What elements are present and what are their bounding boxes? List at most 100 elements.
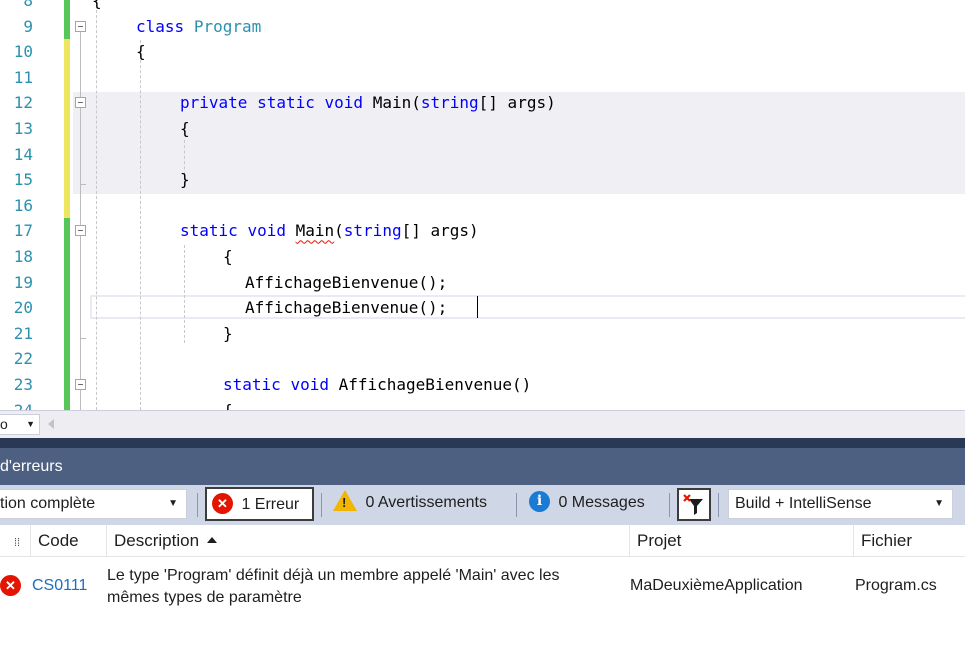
code-text: { (223, 398, 233, 410)
code-line-11: 11 (0, 64, 965, 91)
code-text: AffichageBienvenue(); (245, 298, 448, 318)
scope-combo-value: tion complète (0, 495, 96, 512)
code-editor[interactable]: 8 { 9 class Program 10 { 11 12 private s… (0, 0, 965, 410)
code-text: [] args) (478, 93, 556, 113)
change-marker (64, 39, 70, 65)
column-header-label: Description (114, 531, 200, 550)
column-header-description[interactable]: Description (106, 525, 629, 557)
code-line-15: 15 } (0, 167, 965, 193)
column-header-icon[interactable]: ⁞⁞ (0, 525, 30, 557)
panel-splitter[interactable] (0, 438, 965, 448)
scroll-left-icon[interactable] (48, 419, 54, 429)
error-description: Le type 'Program' définit déjà un membre… (107, 565, 627, 609)
code-line-14: 14 (0, 141, 965, 168)
table-row[interactable]: ✕ CS0111 Le type 'Program' définit déjà … (0, 557, 965, 617)
code-text: [] args) (401, 221, 479, 241)
error-squiggle[interactable]: Main (296, 221, 335, 240)
description-line: mêmes types de paramètre (107, 589, 302, 606)
change-marker (64, 269, 70, 296)
code-line-8: 8 { (0, 0, 965, 14)
scope-combo[interactable]: tion complète ▼ (0, 489, 187, 519)
change-marker (64, 295, 70, 321)
line-number: 13 (13, 119, 33, 138)
code-line-13: 13 { (0, 116, 965, 142)
code-line-16: 16 (0, 192, 965, 219)
method-name: AffichageBienvenue() (338, 375, 532, 394)
collapse-icon[interactable] (75, 379, 86, 390)
change-marker (64, 13, 70, 40)
editor-status-bar: o ▼ (0, 410, 965, 438)
error-list-toolbar: tion complète ▼ ✕ 1 Erreur ! 0 Avertisse… (0, 485, 965, 525)
keyword: string (343, 221, 402, 241)
error-project: MaDeuxièmeApplication (630, 577, 803, 594)
messages-count-label: 0 Messages (558, 494, 645, 511)
column-header-file[interactable]: Fichier (853, 525, 965, 557)
source-combo[interactable]: Build + IntelliSense ▼ (728, 489, 953, 519)
zoom-combo[interactable]: o ▼ (0, 414, 40, 435)
keyword: string (420, 93, 479, 113)
change-marker (64, 192, 70, 219)
keyword: static (180, 221, 238, 241)
line-number: 23 (13, 375, 33, 394)
line-number: 18 (13, 247, 33, 266)
sort-ascending-icon (207, 537, 218, 544)
change-marker (64, 346, 70, 372)
keyword: void (247, 221, 286, 241)
code-text: } (180, 170, 190, 190)
line-number: 8 (23, 0, 33, 10)
clear-filter-button[interactable] (677, 488, 711, 521)
change-marker (64, 141, 70, 168)
change-marker (64, 90, 70, 116)
line-number: 14 (13, 144, 33, 164)
collapse-icon[interactable] (75, 97, 86, 109)
filter-clear-icon (683, 494, 703, 515)
code-text: { (180, 119, 190, 138)
line-number: 10 (13, 42, 33, 62)
line-number: 12 (13, 93, 33, 113)
info-icon: i (529, 490, 550, 512)
keyword: static (257, 93, 315, 113)
toolbar-separator (321, 493, 322, 517)
keyword: void (290, 375, 329, 394)
error-code-link[interactable]: CS0111 (32, 577, 87, 595)
change-marker (64, 0, 70, 14)
line-number: 21 (13, 323, 33, 343)
error-icon: ✕ (0, 575, 21, 596)
code-line-21: 21 } (0, 320, 965, 347)
change-marker (64, 167, 70, 193)
change-marker (64, 244, 70, 270)
toolbar-separator (718, 493, 719, 517)
column-header-label: Projet (637, 531, 682, 550)
keyword: static (223, 375, 281, 394)
warning-icon: ! (333, 490, 357, 512)
chevron-down-icon: ▼ (26, 419, 35, 429)
messages-filter-button[interactable]: i 0 Messages (527, 487, 667, 521)
error-icon: ✕ (212, 492, 233, 514)
toolbar-separator (197, 493, 198, 517)
code-line-23: 23 static void AffichageBienvenue() (0, 372, 965, 398)
code-line-17: 17 static void Main(string[] args) (0, 218, 965, 244)
code-line-9: 9 class Program (0, 13, 965, 40)
line-number: 15 (13, 170, 33, 190)
error-file: Program.cs (855, 577, 937, 594)
code-text: } (223, 323, 233, 343)
line-number: 20 (13, 298, 33, 318)
warnings-filter-button[interactable]: ! 0 Avertissements (331, 487, 511, 521)
collapse-icon[interactable] (75, 20, 86, 32)
change-marker (64, 397, 70, 410)
line-number: 19 (13, 272, 33, 292)
code-line-19: 19 AffichageBienvenue(); (0, 269, 965, 296)
column-header-code[interactable]: Code (30, 525, 107, 557)
change-marker (64, 64, 70, 91)
code-text: AffichageBienvenue(); (245, 272, 448, 292)
code-line-24: 24 { (0, 397, 965, 410)
change-marker (64, 116, 70, 142)
column-header-label: Fichier (861, 531, 913, 550)
code-line-20: 20 AffichageBienvenue(); (0, 295, 965, 321)
collapse-icon[interactable] (75, 225, 86, 237)
method-name: Main (372, 93, 412, 113)
zoom-value: o (0, 416, 8, 432)
column-header-project[interactable]: Projet (629, 525, 853, 557)
errors-filter-button[interactable]: ✕ 1 Erreur (205, 487, 314, 521)
line-number: 24 (0, 398, 33, 410)
